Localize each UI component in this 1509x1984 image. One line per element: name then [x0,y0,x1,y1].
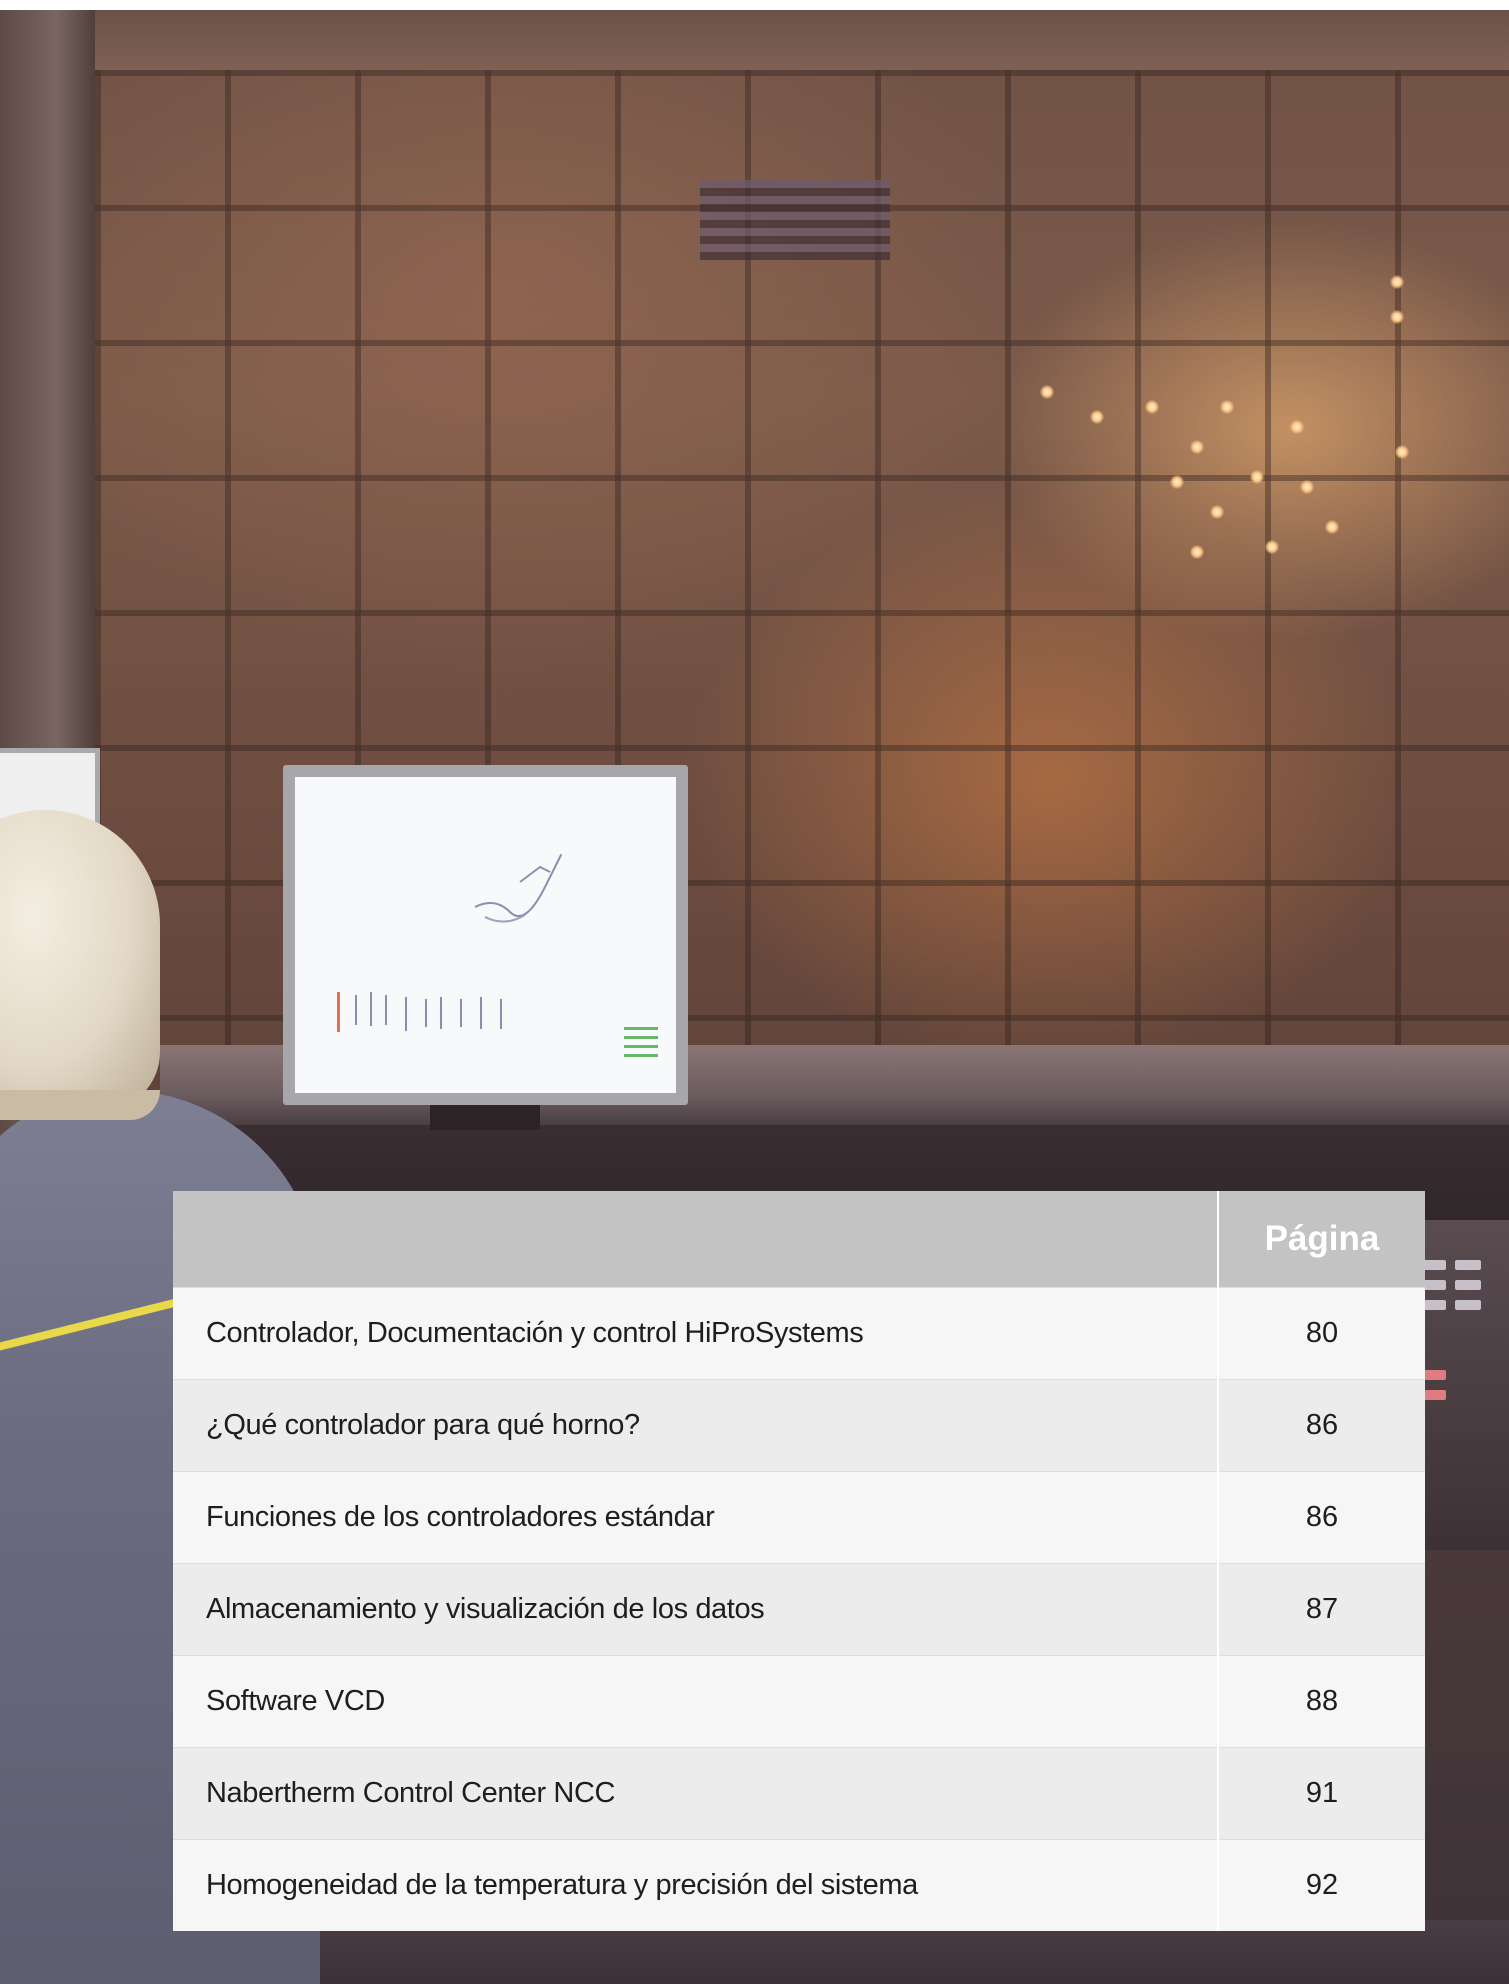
process-diagram-graphic [474,854,562,923]
toc-entry-page: 80 [1218,1287,1425,1380]
spark [1040,385,1054,399]
console-button [1455,1280,1481,1290]
spark [1300,480,1314,494]
toc-row[interactable]: ¿Qué controlador para qué horno? 86 [173,1379,1425,1472]
toc-header-row: Página [173,1191,1425,1288]
console-button [1455,1260,1481,1270]
monitor-screen [295,777,676,1093]
toc-entry-title[interactable]: Homogeneidad de la temperatura y precisi… [173,1839,1219,1931]
toc-header-page: Página [1218,1191,1425,1288]
spark [1395,445,1409,459]
toc-entry-title[interactable]: Nabertherm Control Center NCC [173,1747,1219,1840]
spark [1190,545,1204,559]
toc-row[interactable]: Almacenamiento y visualización de los da… [173,1563,1425,1656]
toc-row[interactable]: Controlador, Documentación y control HiP… [173,1287,1425,1380]
toc-entry-page: 87 [1218,1563,1425,1656]
toc-entry-title[interactable]: Controlador, Documentación y control HiP… [173,1287,1219,1380]
spark [1170,475,1184,489]
spark [1090,410,1104,424]
toc-entry-page: 86 [1218,1379,1425,1472]
toc-row[interactable]: Software VCD 88 [173,1655,1425,1748]
toc-entry-page: 86 [1218,1471,1425,1564]
spark [1145,400,1159,414]
monitor [283,765,688,1105]
toc-entry-page: 91 [1218,1747,1425,1840]
hard-hat [0,810,160,1110]
toc-entry-title[interactable]: Funciones de los controladores estándar [173,1471,1219,1564]
console-button [1455,1300,1481,1310]
spark [1250,470,1264,484]
spark [1390,310,1404,324]
spark [1190,440,1204,454]
toc-entry-title[interactable]: ¿Qué controlador para qué horno? [173,1379,1219,1472]
toc-entry-title[interactable]: Software VCD [173,1655,1219,1748]
table-of-contents: Página Controlador, Documentación y cont… [173,1191,1425,1931]
toc-entry-title[interactable]: Almacenamiento y visualización de los da… [173,1563,1219,1656]
ceiling-vent [700,180,890,260]
spark [1210,505,1224,519]
toc-row[interactable]: Nabertherm Control Center NCC 91 [173,1747,1425,1840]
top-white-strip [0,0,1509,10]
status-lines-graphic [624,1027,658,1057]
spark [1265,540,1279,554]
toc-entry-page: 92 [1218,1839,1425,1931]
hard-hat-brim [0,1090,160,1120]
spark [1325,520,1339,534]
toc-row[interactable]: Homogeneidad de la temperatura y precisi… [173,1839,1425,1931]
spark [1220,400,1234,414]
toc-header-topic [173,1191,1219,1288]
spark [1290,420,1304,434]
bar-indicators-graphic [337,992,502,1032]
monitor-stand [430,1105,540,1130]
window-frame-top [95,10,1509,70]
toc-row[interactable]: Funciones de los controladores estándar … [173,1471,1425,1564]
spark [1390,275,1404,289]
toc-entry-page: 88 [1218,1655,1425,1748]
